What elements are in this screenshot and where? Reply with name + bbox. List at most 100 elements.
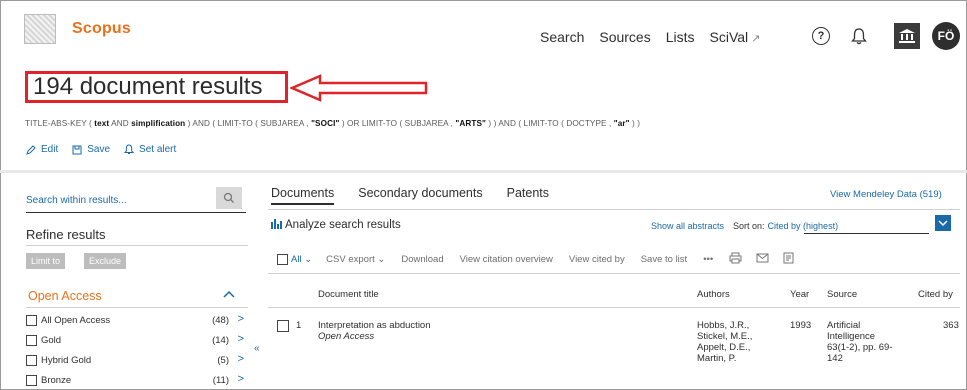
alert-bell-icon bbox=[124, 144, 135, 154]
facet-checkbox[interactable] bbox=[26, 355, 37, 366]
author[interactable]: Stickel, M.E., bbox=[697, 331, 752, 342]
view-citation-overview-button[interactable]: View citation overview bbox=[460, 254, 553, 265]
cited-by-count[interactable]: 363 bbox=[943, 320, 959, 331]
facet-bronze[interactable]: Bronze (11) > bbox=[26, 373, 248, 389]
row-number: 1 bbox=[296, 320, 302, 331]
tabs-divider bbox=[268, 209, 960, 210]
bell-icon[interactable] bbox=[850, 25, 868, 47]
nav-sources[interactable]: Sources bbox=[599, 29, 650, 45]
view-mendeley-data-link[interactable]: View Mendeley Data (519) bbox=[830, 189, 942, 200]
brand-name: Scopus bbox=[72, 20, 131, 37]
facet-label: All Open Access bbox=[41, 315, 111, 326]
download-button[interactable]: Download bbox=[401, 254, 443, 265]
author[interactable]: Martin, P. bbox=[697, 353, 752, 364]
save-label: Save bbox=[87, 144, 111, 155]
document-title-link[interactable]: Interpretation as abduction bbox=[318, 320, 431, 331]
author[interactable]: Appelt, D.E., bbox=[697, 342, 752, 353]
open-access-facet-title[interactable]: Open Access bbox=[28, 289, 102, 303]
chevron-right-icon[interactable]: > bbox=[238, 373, 244, 385]
institution-icon[interactable] bbox=[894, 23, 920, 49]
email-icon[interactable] bbox=[756, 253, 769, 266]
chevron-right-icon[interactable]: > bbox=[238, 353, 244, 365]
nav-lists[interactable]: Lists bbox=[666, 29, 695, 45]
query-fragment: TITLE-ABS-KEY ( bbox=[25, 119, 95, 128]
chevron-right-icon[interactable]: > bbox=[238, 313, 244, 325]
facet-gold[interactable]: Gold (14) > bbox=[26, 333, 248, 349]
authors-cell[interactable]: Hobbs, J.R., Stickel, M.E., Appelt, D.E.… bbox=[697, 320, 752, 364]
column-header-cited-by[interactable]: Cited by bbox=[918, 289, 953, 300]
chevron-up-icon[interactable] bbox=[223, 290, 235, 298]
header-icons: ? FÖ bbox=[812, 22, 960, 50]
source-cell[interactable]: Artificial Intelligence 63(1-2), pp. 69-… bbox=[827, 320, 892, 364]
open-access-label: Open Access bbox=[318, 331, 375, 342]
facet-hybrid-gold[interactable]: Hybrid Gold (5) > bbox=[26, 353, 248, 369]
tab-secondary-documents[interactable]: Secondary documents bbox=[358, 186, 482, 205]
sort-control[interactable]: Sort on: Cited by (highest) bbox=[733, 221, 838, 231]
query-fragment: ) ) AND ( LIMIT-TO ( DOCTYPE , bbox=[486, 119, 614, 128]
facet-count: (5) bbox=[217, 355, 229, 366]
refine-panel: Search within results... Refine results … bbox=[10, 173, 255, 390]
column-header-year[interactable]: Year bbox=[790, 289, 809, 300]
edit-label: Edit bbox=[41, 144, 59, 155]
source-line: Artificial bbox=[827, 320, 861, 331]
column-header-document-title[interactable]: Document title bbox=[318, 289, 379, 300]
more-options-button[interactable]: ••• bbox=[703, 254, 713, 265]
query-actions: Edit Save Set alert bbox=[26, 144, 176, 155]
bar-chart-icon bbox=[271, 218, 283, 232]
facet-checkbox[interactable] bbox=[26, 335, 37, 346]
chevron-down-icon: ⌄ bbox=[377, 254, 386, 265]
select-all-label: All bbox=[291, 254, 302, 265]
sort-label: Sort on: bbox=[733, 221, 765, 231]
search-within-button[interactable] bbox=[216, 187, 242, 209]
set-alert-label: Set alert bbox=[139, 144, 177, 155]
facet-checkbox[interactable] bbox=[26, 315, 37, 326]
column-header-authors[interactable]: Authors bbox=[697, 289, 730, 300]
chevron-right-icon[interactable]: > bbox=[238, 333, 244, 345]
query-term: "SOCI" bbox=[311, 119, 340, 128]
facet-checkbox[interactable] bbox=[26, 375, 37, 386]
chevron-down-icon: ⌄ bbox=[304, 254, 313, 265]
view-cited-by-button[interactable]: View cited by bbox=[569, 254, 625, 265]
csv-export-dropdown[interactable]: CSV export ⌄ bbox=[326, 254, 385, 265]
edit-query-button[interactable]: Edit bbox=[26, 144, 58, 155]
tab-documents[interactable]: Documents bbox=[271, 186, 335, 205]
csv-export-label: CSV export bbox=[326, 254, 375, 265]
save-query-button[interactable]: Save bbox=[72, 144, 110, 155]
external-link-icon: ↗ bbox=[751, 33, 761, 45]
annotation-arrow-icon bbox=[290, 74, 428, 102]
show-all-abstracts-link[interactable]: Show all abstracts bbox=[651, 221, 724, 231]
facet-all-open-access[interactable]: All Open Access (48) > bbox=[26, 313, 248, 329]
facet-count: (11) bbox=[212, 375, 229, 386]
results-count-title: 194 document results bbox=[33, 73, 263, 100]
select-all-checkbox[interactable] bbox=[277, 254, 288, 265]
nav-search[interactable]: Search bbox=[540, 29, 584, 45]
analyze-label: Analyze search results bbox=[285, 219, 401, 231]
facet-label: Hybrid Gold bbox=[41, 355, 92, 366]
column-header-source[interactable]: Source bbox=[827, 289, 857, 300]
row-checkbox[interactable] bbox=[277, 320, 289, 332]
search-within-placeholder: Search within results... bbox=[26, 195, 127, 206]
nav-scival[interactable]: SciVal ↗ bbox=[710, 29, 761, 45]
select-all-dropdown[interactable]: All ⌄ bbox=[291, 254, 312, 265]
exclude-button[interactable]: Exclude bbox=[84, 253, 127, 269]
open-access-divider bbox=[26, 307, 248, 308]
set-alert-button[interactable]: Set alert bbox=[124, 144, 176, 155]
tab-patents[interactable]: Patents bbox=[507, 186, 549, 205]
search-within-input[interactable]: Search within results... bbox=[26, 187, 246, 213]
search-query-string: TITLE-ABS-KEY ( text AND simplification … bbox=[25, 119, 640, 128]
elsevier-tree-icon bbox=[24, 14, 56, 44]
year-cell: 1993 bbox=[790, 320, 812, 331]
refine-results-title: Refine results bbox=[26, 227, 106, 242]
analyze-search-results-link[interactable]: Analyze search results bbox=[271, 218, 401, 232]
help-icon[interactable]: ? bbox=[812, 27, 830, 45]
bibliography-icon[interactable] bbox=[783, 252, 794, 267]
pencil-icon bbox=[26, 144, 36, 155]
print-icon[interactable] bbox=[729, 252, 742, 267]
author[interactable]: Hobbs, J.R., bbox=[697, 320, 752, 331]
collapse-panel-icon[interactable]: « bbox=[254, 343, 260, 354]
user-avatar[interactable]: FÖ bbox=[932, 22, 960, 50]
save-to-list-button[interactable]: Save to list bbox=[641, 254, 687, 265]
scopus-logo[interactable]: Scopus bbox=[24, 14, 131, 44]
sort-dropdown-chevron-icon[interactable] bbox=[935, 215, 951, 231]
limit-to-button[interactable]: Limit to bbox=[26, 253, 66, 269]
